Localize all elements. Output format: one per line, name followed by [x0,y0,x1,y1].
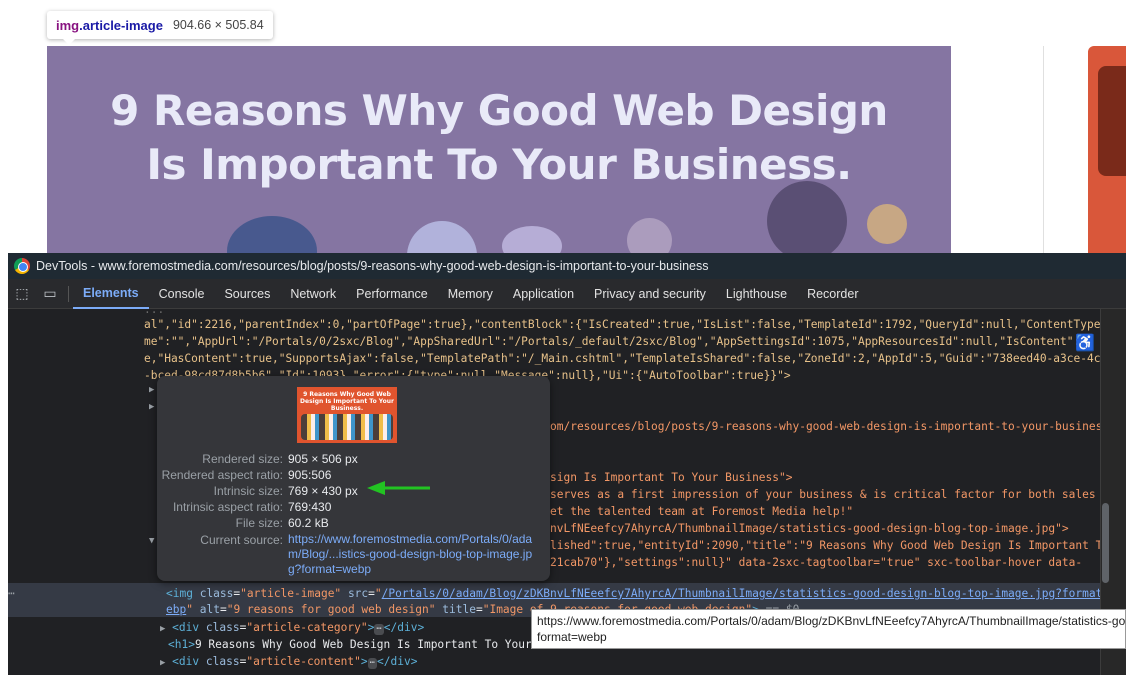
row-menu-icon[interactable]: ⋯ [8,585,15,602]
tooltip-pointer [62,38,76,45]
hero-title-line2: Is Important To Your Business. [146,140,852,189]
intrinsic-size-label: Intrinsic size: [213,484,283,498]
h1-text: 9 Reasons Why Good Web Design Is Importa… [194,638,532,651]
file-size-value: 60.2 kB [288,516,329,530]
inspect-element-icon[interactable]: ⬚ [8,279,36,309]
frag-thumbnail: nvLfNEeefcy7AhyrcA/ThumbnailImage/statis… [550,522,1069,535]
green-arrow-icon [367,481,430,495]
current-source-label: Current source: [200,533,283,547]
tab-recorder[interactable]: Recorder [797,279,868,309]
img-alt: 9 reasons for good web design [233,603,429,616]
device-toolbar-icon[interactable]: ▭ [36,279,64,309]
current-source-link[interactable]: https://www.foremostmedia.com/Portals/0/… [288,532,538,577]
json-line-1: al","id":2216,"parentIndex":0,"partOfPag… [144,318,1100,331]
url-tooltip-line2: format=webp [537,630,607,644]
tab-lighthouse[interactable]: Lighthouse [716,279,797,309]
accessibility-icon[interactable]: ♿ [1075,333,1095,353]
intrinsic-aspect-label: Intrinsic aspect ratio: [172,500,283,514]
frag-context-2: 21cab70"},"settings":null}" data-2sxc-ta… [550,556,1083,569]
img-src-link[interactable]: /Portals/0/adam/Blog/zDKBnvLfNEeefcy7Ahy… [382,587,1100,600]
preview-title: 9 Reasons Why Good Web Design Is Importa… [300,391,394,412]
tooltip-tag: img [56,17,80,33]
tab-console[interactable]: Console [149,279,215,309]
url-hover-tooltip: https://www.foremostmedia.com/Portals/0/… [531,609,1126,649]
tooltip-class: .article-image [79,17,163,33]
intrinsic-aspect-value: 769:430 [288,500,332,514]
collapsed-ellipsis-icon[interactable]: ⋯ [374,624,384,635]
collapse-icon[interactable]: ▼ [149,536,154,546]
json-line-2: me":"","AppUrl":"/Portals/0/2sxc/Blog","… [144,335,1087,348]
collapsed-ellipsis-icon[interactable]: ⋯ [367,658,378,669]
web-page: 9 Reasons Why Good Web Design Is Importa… [0,0,1126,253]
rendered-aspect-label: Rendered aspect ratio: [161,468,283,482]
rendered-size-label: Rendered size: [202,452,283,466]
image-info-popup: 9 Reasons Why Good Web Design Is Importa… [157,376,550,581]
frag-context-1: lished":true,"entityId":2090,"title":"9 … [550,539,1100,552]
div-content-class: article-content [253,655,355,668]
tab-privacy-security[interactable]: Privacy and security [584,279,716,309]
hero-title-line1: 9 Reasons Why Good Web Design [110,86,888,135]
json-line-3: e,"HasContent":true,"SupportsAjax":false… [144,352,1100,365]
tooltip-size: 904.66 × 505.84 [172,18,264,32]
devtools-titlebar: DevTools - www.foremostmedia.com/resourc… [8,253,1126,279]
scrollbar-thumb[interactable] [1102,503,1109,583]
url-tooltip-line1: https://www.foremostmedia.com/Portals/0/… [537,614,1126,628]
div-category-class: article-category [253,621,361,634]
devtools-title: DevTools - www.foremostmedia.com/resourc… [36,259,709,273]
rendered-size-value: 905 × 506 px [288,452,358,466]
divider [1043,46,1044,253]
tab-network[interactable]: Network [280,279,346,309]
frag-url: om/resources/blog/posts/9-reasons-why-go… [550,420,1100,433]
article-image[interactable]: 9 Reasons Why Good Web Design Is Importa… [47,46,951,253]
h1-node[interactable]: <h1>9 Reasons Why Good Web Design Is Imp… [168,636,532,653]
expand-icon[interactable]: ▶ [149,402,154,412]
inspect-element-tooltip: img.article-image 904.66 × 505.84 [47,11,273,39]
file-size-label: File size: [235,516,283,530]
tab-sources[interactable]: Sources [214,279,280,309]
tab-application[interactable]: Application [503,279,584,309]
chrome-icon [14,258,30,274]
frag-description-2: et the talented team at Foremost Media h… [550,505,854,518]
expand-icon[interactable]: ▶ [149,385,154,395]
tab-elements[interactable]: Elements [73,279,149,309]
div-content-node[interactable]: ▶ <div class="article-content"> ⋯ </div> [160,653,417,670]
intrinsic-size-value: 769 × 430 px [288,484,358,498]
img-src-link-end[interactable]: ebp [166,603,186,616]
image-preview: 9 Reasons Why Good Web Design Is Importa… [297,387,397,443]
div-category-node[interactable]: ▶ <div class="article-category"> ⋯ </div> [160,619,424,636]
tab-performance[interactable]: Performance [346,279,438,309]
frag-description: serves as a first impression of your bus… [550,488,1100,501]
img-node-line1[interactable]: <img class="article-image" src="/Portals… [166,585,1100,602]
devtools-tabbar: ⬚ ▭ Elements Console Sources Network Per… [8,279,1126,309]
side-thumbnail[interactable] [1088,46,1126,253]
frag-title: sign Is Important To Your Business"> [550,471,793,484]
rendered-aspect-value: 905:506 [288,468,332,482]
tab-memory[interactable]: Memory [438,279,503,309]
